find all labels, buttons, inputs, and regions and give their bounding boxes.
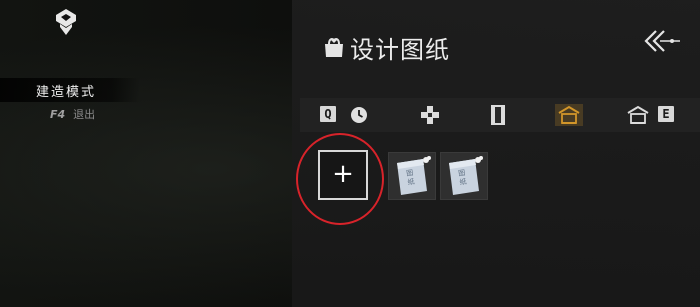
- exit-key: F4: [50, 108, 66, 121]
- panel-title: 设计图纸: [350, 36, 450, 64]
- plus-cross-icon[interactable]: [420, 105, 440, 125]
- double-chevron-back-icon[interactable]: [642, 28, 682, 54]
- build-mode-label: 建造模式: [36, 85, 97, 100]
- exit-hint[interactable]: F4 退出: [50, 106, 95, 122]
- blueprint-bag-icon: [325, 38, 343, 57]
- faction-emblem-icon: [56, 9, 76, 35]
- add-blueprint-slot[interactable]: +: [318, 150, 368, 200]
- blueprint-slot[interactable]: 图纸: [440, 152, 488, 200]
- tab-prev-key[interactable]: Q: [320, 106, 336, 122]
- tab-next-key[interactable]: E: [658, 106, 674, 122]
- blueprint-slot[interactable]: 图纸: [388, 152, 436, 200]
- pillar-icon[interactable]: [490, 104, 506, 126]
- roof-house-outline-icon[interactable]: [627, 105, 649, 125]
- roof-house-icon[interactable]: [558, 105, 580, 125]
- exit-label: 退出: [73, 108, 96, 121]
- clock-icon[interactable]: [350, 106, 368, 124]
